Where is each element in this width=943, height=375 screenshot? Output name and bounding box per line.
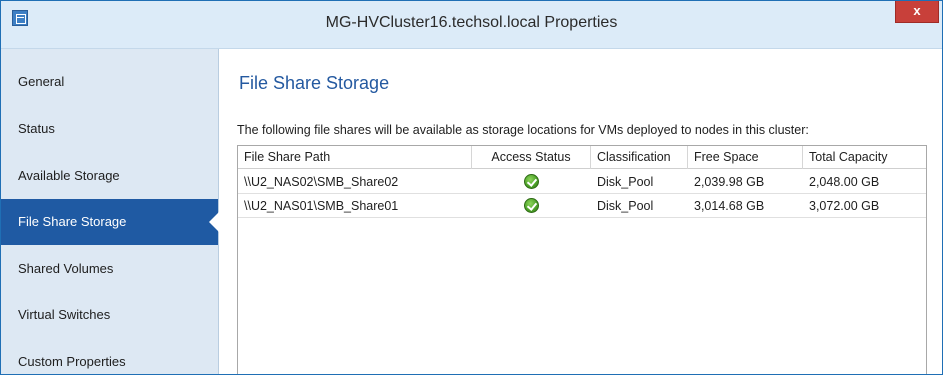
- window-title: MG-HVCluster16.techsol.local Properties: [325, 14, 618, 31]
- ok-status-icon: [524, 174, 539, 189]
- cell-free-space: 2,039.98 GB: [694, 175, 765, 189]
- column-header-total-capacity[interactable]: Total Capacity: [803, 146, 926, 169]
- sidebar-item-general[interactable]: General: [1, 59, 218, 105]
- main-panel: File Share Storage The following file sh…: [220, 49, 942, 374]
- properties-window: MG-HVCluster16.techsol.local Properties …: [0, 0, 943, 375]
- sidebar-nav: General Status Available Storage File Sh…: [1, 49, 219, 374]
- sidebar-item-custom-properties[interactable]: Custom Properties: [1, 339, 218, 374]
- cell-classification: Disk_Pool: [597, 175, 654, 189]
- cell-access-status: [472, 170, 591, 194]
- sidebar-item-virtual-switches[interactable]: Virtual Switches: [1, 292, 218, 338]
- cell-free-space: 3,014.68 GB: [694, 199, 765, 213]
- sidebar-item-available-storage[interactable]: Available Storage: [1, 153, 218, 199]
- page-title: File Share Storage: [239, 73, 390, 93]
- cell-classification: Disk_Pool: [597, 199, 654, 213]
- column-header-file-share-path[interactable]: File Share Path: [238, 146, 472, 169]
- cell-access-status: [472, 194, 591, 218]
- selected-pointer-icon: [209, 212, 219, 232]
- sidebar-item-label: File Share Storage: [18, 214, 127, 229]
- table-row[interactable]: \\U2_NAS01\SMB_Share01 Disk_Pool 3,014.6…: [238, 194, 926, 218]
- column-header-free-space[interactable]: Free Space: [688, 146, 803, 169]
- table-header: File Share Path Access Status Classifica…: [238, 146, 926, 169]
- title-bar[interactable]: MG-HVCluster16.techsol.local Properties …: [1, 1, 942, 49]
- cell-file-share-path: \\U2_NAS02\SMB_Share02: [244, 175, 399, 189]
- sidebar-item-file-share-storage[interactable]: File Share Storage: [1, 199, 219, 245]
- column-header-access-status[interactable]: Access Status: [472, 146, 591, 169]
- sidebar-item-shared-volumes[interactable]: Shared Volumes: [1, 246, 218, 292]
- column-header-classification[interactable]: Classification: [591, 146, 688, 169]
- table-row[interactable]: \\U2_NAS02\SMB_Share02 Disk_Pool 2,039.9…: [238, 170, 926, 194]
- close-button[interactable]: x: [895, 1, 939, 23]
- cell-total-capacity: 2,048.00 GB: [809, 175, 880, 189]
- description-text: The following file shares will be availa…: [237, 123, 809, 137]
- sidebar-item-status[interactable]: Status: [1, 106, 218, 152]
- file-share-table[interactable]: File Share Path Access Status Classifica…: [237, 145, 927, 374]
- cell-file-share-path: \\U2_NAS01\SMB_Share01: [244, 199, 399, 213]
- cell-total-capacity: 3,072.00 GB: [809, 199, 880, 213]
- ok-status-icon: [524, 198, 539, 213]
